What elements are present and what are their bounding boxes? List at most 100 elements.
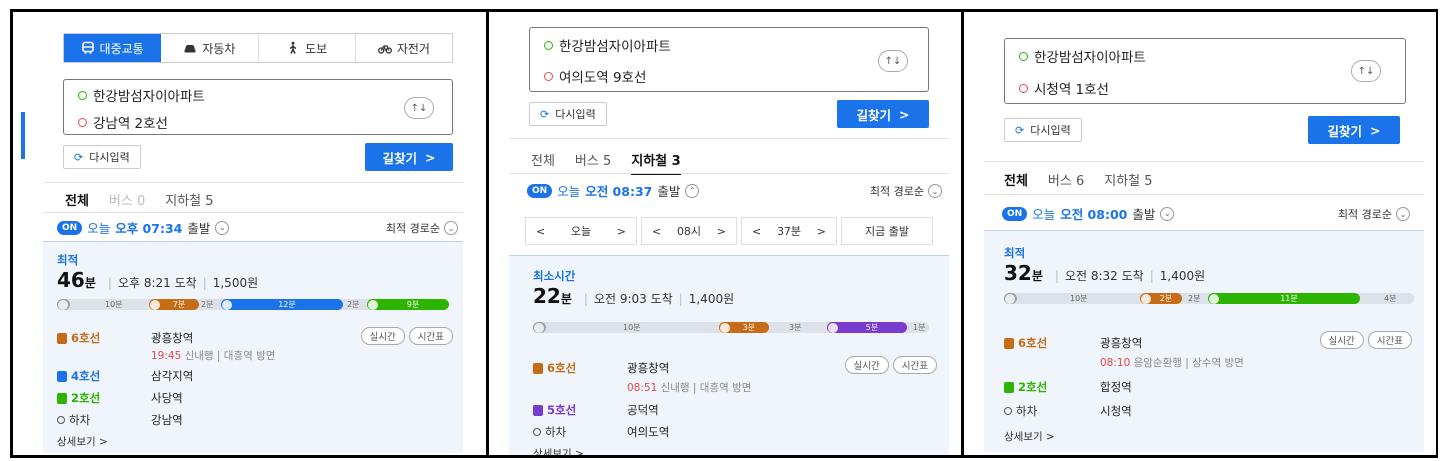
swap-button[interactable]: ↑↓ <box>404 97 434 119</box>
mode-tab-walk[interactable]: 도보 <box>259 34 356 62</box>
chevron-down-icon: ⌄ <box>444 221 458 235</box>
destination-field[interactable]: 시청역 1호선 <box>1019 78 1109 98</box>
timetable-button[interactable]: 시간표 <box>1367 331 1412 349</box>
prev-icon[interactable]: < <box>652 225 661 238</box>
sort-label: 최적 경로순 <box>385 222 440 235</box>
detail-link[interactable]: 상세보기 > <box>1004 429 1055 444</box>
tab-all[interactable]: 전체 <box>1004 170 1028 189</box>
chevron-down-icon: ⌄ <box>928 184 942 198</box>
reset-button[interactable]: ⟳ 다시입력 <box>1004 118 1082 142</box>
destination-dot-icon <box>1019 83 1028 93</box>
step-actions: 실시간 시간표 <box>360 327 453 345</box>
mode-tab-transit[interactable]: 대중교통 <box>64 34 162 62</box>
search-route-button[interactable]: 길찾기 > <box>1308 116 1400 144</box>
route-input-box: 한강밤섬자이아파트 여의도역 9호선 ↑↓ <box>529 27 929 92</box>
search-route-button[interactable]: 길찾기 > <box>365 143 453 171</box>
on-badge: ON <box>57 220 83 235</box>
departure-time-toggle[interactable]: ON 오늘 오전 08:37 출발 ⌃ <box>527 181 700 200</box>
reset-button[interactable]: ⟳ 다시입력 <box>63 145 141 169</box>
depart-now-button[interactable]: 지금 출발 <box>841 217 933 245</box>
separator: | <box>1149 269 1154 283</box>
subway-icon <box>533 362 543 374</box>
sort-label: 최적 경로순 <box>1337 208 1392 221</box>
sort-dropdown[interactable]: 최적 경로순 ⌄ <box>870 183 942 199</box>
swap-button[interactable]: ↑↓ <box>878 50 908 72</box>
search-label: 길찾기 <box>382 150 418 166</box>
route-label: 최적 <box>1004 246 1026 260</box>
route-timeline-bar: 10분 3분 3분 5분 1분 <box>533 322 929 333</box>
line6-segment: 3분 <box>719 322 769 333</box>
car-icon <box>184 45 196 53</box>
station-name: 여의도역 <box>627 425 670 439</box>
swap-arrows-icon: ↑↓ <box>1357 65 1375 77</box>
timetable-button[interactable]: 시간표 <box>408 327 453 345</box>
realtime-button[interactable]: 실시간 <box>844 356 889 374</box>
prev-icon[interactable]: < <box>752 225 761 238</box>
separator: | <box>1054 269 1059 283</box>
origin-field[interactable]: 한강밤섬자이아파트 <box>78 85 205 105</box>
on-badge: ON <box>527 183 553 198</box>
walk-duration: 10분 <box>1070 294 1088 303</box>
sort-dropdown[interactable]: 최적 경로순 ⌄ <box>1338 206 1410 222</box>
swap-arrows-icon: ↑↓ <box>884 55 902 67</box>
destination-field[interactable]: 강남역 2호선 <box>78 112 168 132</box>
subway-icon <box>533 404 543 416</box>
hour-picker[interactable]: < 08시 > <box>641 217 737 245</box>
departure-label: 출발 <box>1132 207 1156 222</box>
origin-dot-icon <box>78 90 87 100</box>
realtime-button[interactable]: 실시간 <box>1319 331 1364 349</box>
tab-subway[interactable]: 지하철 5 <box>1104 170 1152 189</box>
mode-label: 대중교통 <box>99 41 144 56</box>
eta-direction: 응암순환행 | 상수역 방면 <box>1133 357 1244 369</box>
fare: 1,500원 <box>212 276 259 290</box>
search-label: 길찾기 <box>1327 123 1363 139</box>
destination-dot-icon <box>544 71 553 81</box>
mode-tab-bike[interactable]: 자전거 <box>356 34 452 62</box>
route-input-box: 한강밤섬자이아파트 강남역 2호선 ↑↓ <box>63 79 453 135</box>
tab-subway[interactable]: 지하철 3 <box>631 150 681 175</box>
origin-field[interactable]: 한강밤섬자이아파트 <box>544 35 671 55</box>
alight-icon <box>57 416 65 424</box>
tab-bus[interactable]: 버스 6 <box>1048 170 1084 189</box>
departure-time-toggle[interactable]: ON 오늘 오후 07:34 출발 ⌄ <box>57 218 230 237</box>
timetable-button[interactable]: 시간표 <box>892 356 937 374</box>
station-name: 강남역 <box>151 413 183 427</box>
route-label: 최적 <box>57 253 79 267</box>
day-picker[interactable]: < 오늘 > <box>525 217 637 245</box>
tab-all[interactable]: 전체 <box>531 150 555 175</box>
detail-link[interactable]: 상세보기 > <box>57 434 108 449</box>
search-route-button[interactable]: 길찾기 > <box>837 100 929 128</box>
eta-info: 08:10 응암순환행 | 상수역 방면 <box>1100 355 1244 370</box>
realtime-button[interactable]: 실시간 <box>360 327 405 345</box>
sort-label: 최적 경로순 <box>869 185 924 198</box>
tab-bus[interactable]: 버스 5 <box>575 150 611 175</box>
mode-label: 자동차 <box>202 41 236 56</box>
tab-all[interactable]: 전체 <box>65 190 89 209</box>
tab-bus[interactable]: 버스 0 <box>109 190 145 209</box>
departure-time: 오전 08:00 <box>1060 207 1128 222</box>
destination-field[interactable]: 여의도역 9호선 <box>544 66 646 86</box>
step-line6: 6호선 <box>57 330 100 346</box>
step-actions: 실시간 시간표 <box>844 356 937 374</box>
prev-icon[interactable]: < <box>536 225 545 238</box>
departure-time-toggle[interactable]: ON 오늘 오전 08:00 출발 ⌄ <box>1002 204 1175 223</box>
swap-button[interactable]: ↑↓ <box>1351 60 1381 82</box>
detail-link[interactable]: 상세보기 > <box>533 446 584 455</box>
eta-direction: 신내행 | 대흥역 방면 <box>660 382 752 394</box>
next-icon[interactable]: > <box>717 225 726 238</box>
departure-time: 오후 07:34 <box>115 221 183 236</box>
tab-subway[interactable]: 지하철 5 <box>165 190 213 209</box>
next-icon[interactable]: > <box>817 225 826 238</box>
minute-picker[interactable]: < 37분 > <box>741 217 837 245</box>
route-card[interactable]: 최적 46 분 | 오후 8:21 도착 | 1,500원 10분 7분 2분 … <box>43 241 463 453</box>
origin-field[interactable]: 한강밤섬자이아파트 <box>1019 46 1146 66</box>
sort-dropdown[interactable]: 최적 경로순 ⌄ <box>386 220 458 236</box>
reset-button[interactable]: ⟳ 다시입력 <box>529 102 607 126</box>
route-card[interactable]: 최소시간 22 분 | 오전 9:03 도착 | 1,400원 10분 3분 3… <box>509 255 949 455</box>
line6-segment: 2분 <box>1140 293 1182 304</box>
route-card[interactable]: 최적 32 분 | 오전 8:32 도착 | 1,400원 10분 2분 2분 … <box>984 230 1424 452</box>
next-icon[interactable]: > <box>617 225 626 238</box>
mode-tab-car[interactable]: 자동차 <box>161 34 259 62</box>
route-summary: 22 분 | 오전 9:03 도착 | 1,400원 <box>533 284 734 308</box>
chevron-up-icon: ⌃ <box>685 183 700 198</box>
